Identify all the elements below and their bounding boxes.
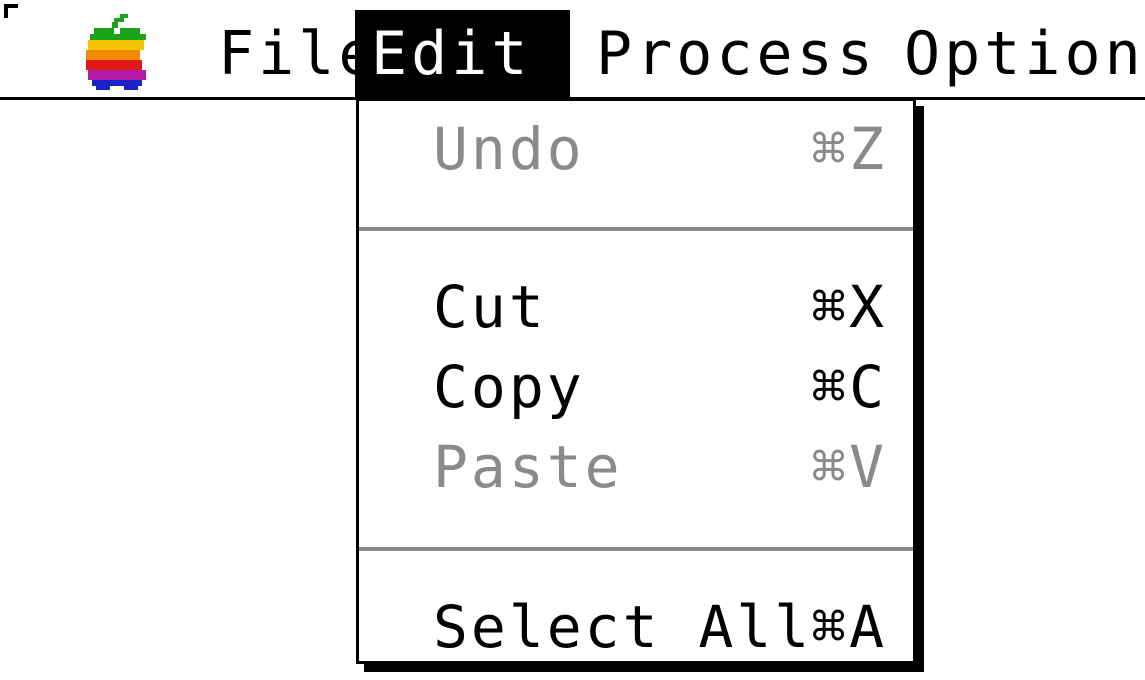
menu-item-shortcut: ⌘Z [811,115,887,183]
menu-process[interactable]: Process [580,10,880,98]
menu-item-copy[interactable]: Copy ⌘C [359,345,913,429]
menu-item-label: Paste [433,433,623,501]
menu-file[interactable]: File [202,10,375,98]
menu-option[interactable]: Option [888,10,1141,98]
menu-item-shortcut: ⌘C [811,353,887,421]
menu-item-paste[interactable]: Paste ⌘V [359,425,913,509]
rainbow-apple-icon[interactable] [86,14,150,90]
edit-menu-dropdown: Undo ⌘Z Cut ⌘X Copy ⌘C Paste ⌘V Select A… [356,98,916,664]
menu-bar: File Edit Process Option [0,0,1145,100]
menu-item-undo[interactable]: Undo ⌘Z [359,107,913,191]
menu-item-label: Select All [433,593,813,661]
menu-separator [359,227,913,231]
menu-item-select-all[interactable]: Select All ⌘A [359,585,913,669]
menu-separator [359,547,913,551]
menu-item-shortcut: ⌘X [811,273,887,341]
menu-item-shortcut: ⌘V [811,433,887,501]
menu-item-cut[interactable]: Cut ⌘X [359,265,913,349]
menu-item-label: Cut [433,273,547,341]
menu-item-shortcut: ⌘A [811,593,887,661]
menu-item-label: Undo [433,115,585,183]
menu-item-label: Copy [433,353,585,421]
menu-edit[interactable]: Edit [355,10,570,98]
